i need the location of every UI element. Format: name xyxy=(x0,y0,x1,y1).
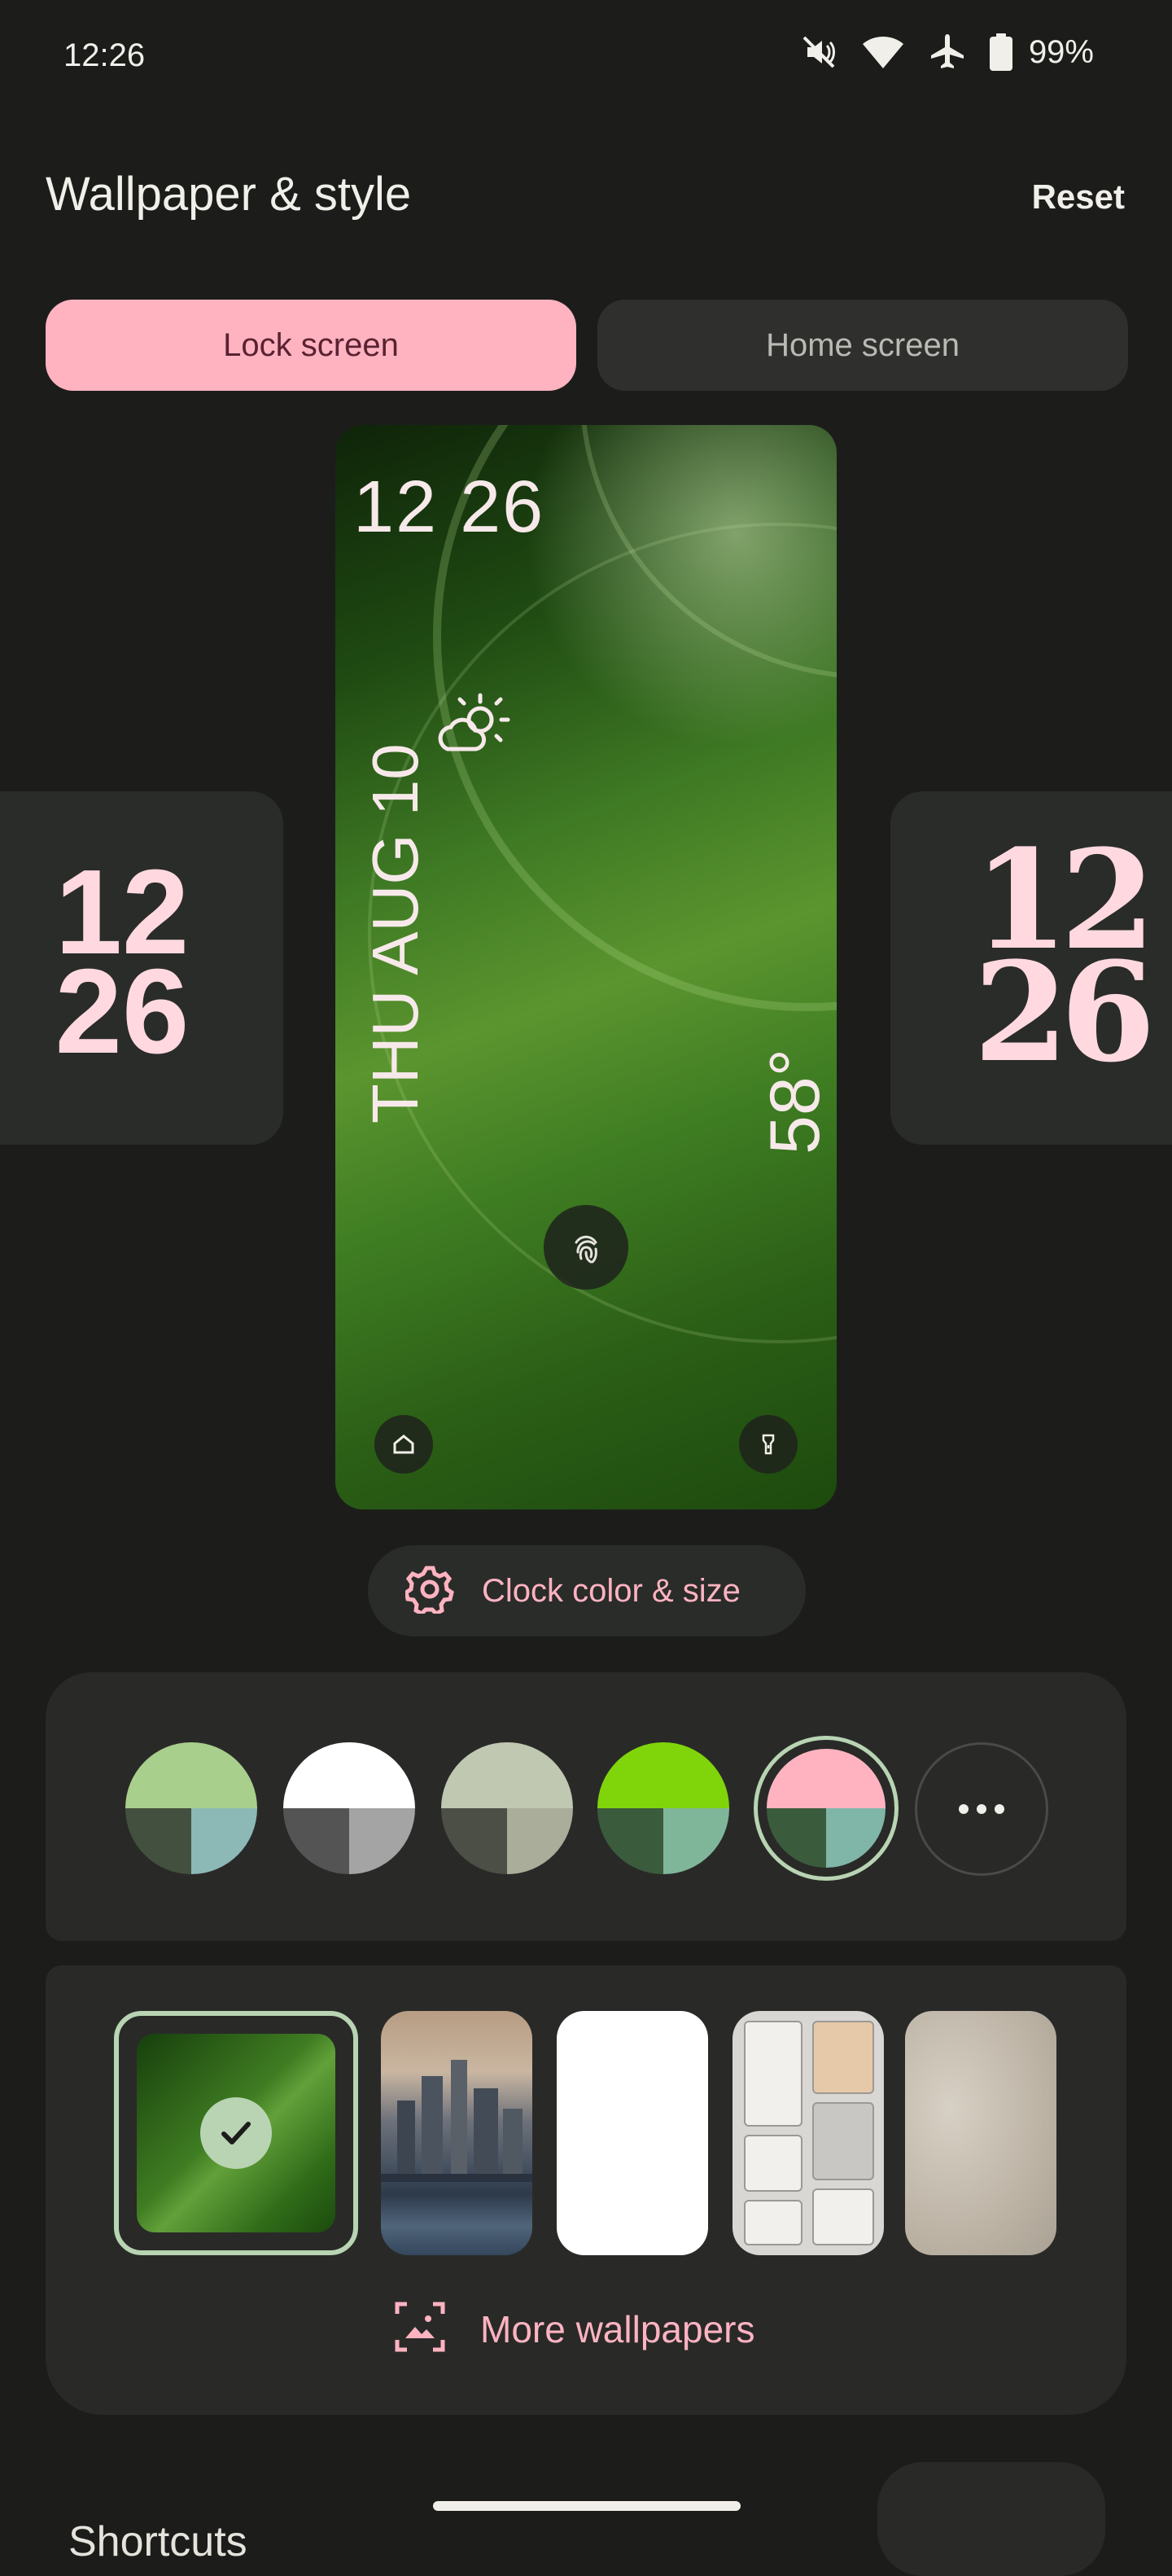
building xyxy=(474,2088,498,2174)
swatch-segment xyxy=(663,1808,729,1874)
swatch-segment xyxy=(283,1808,349,1874)
flashlight-icon[interactable] xyxy=(739,1415,798,1474)
wallpaper-thumb-white[interactable] xyxy=(557,2011,708,2255)
check-icon xyxy=(200,2097,272,2169)
bridge xyxy=(381,2174,532,2182)
page-title: Wallpaper & style xyxy=(46,168,412,221)
swatch-segment xyxy=(125,1808,191,1874)
clock-minute: 26 xyxy=(973,931,1156,1093)
clock-style-next-digits: 12 26 xyxy=(973,831,1156,1093)
wifi-icon xyxy=(861,34,905,70)
wallpaper-thumb-parts[interactable] xyxy=(732,2011,884,2255)
status-time: 12:26 xyxy=(63,37,146,73)
more-wallpapers-button[interactable]: More wallpapers xyxy=(394,2301,754,2357)
partly-sunny-icon xyxy=(433,689,511,771)
color-swatch[interactable] xyxy=(767,1749,886,1868)
swatch-segment xyxy=(283,1742,415,1808)
building xyxy=(422,2076,443,2174)
swatch-segment xyxy=(441,1808,507,1874)
dot xyxy=(977,1804,986,1814)
wallpaper-thumb-city[interactable] xyxy=(381,2011,532,2255)
color-swatch[interactable] xyxy=(125,1742,257,1874)
preview-clock: 12 26 xyxy=(353,467,545,548)
swatch-segment xyxy=(767,1749,886,1808)
building xyxy=(397,2101,415,2174)
clock-style-previous-digits: 12 26 xyxy=(49,852,195,1079)
preview-temperature: 58° xyxy=(756,1048,834,1154)
part-tile xyxy=(812,2021,874,2094)
swatch-segment xyxy=(826,1808,886,1868)
swatch-segment xyxy=(597,1808,663,1874)
part-tile xyxy=(812,2102,874,2180)
tab-lock-screen[interactable]: Lock screen xyxy=(46,300,576,391)
swatch-segment xyxy=(349,1808,415,1874)
color-swatch[interactable] xyxy=(283,1742,415,1874)
battery-percentage: 99% xyxy=(1028,33,1094,70)
status-icons: 99% xyxy=(799,33,1094,72)
color-swatch[interactable] xyxy=(597,1742,729,1874)
swatch-segment xyxy=(767,1808,826,1868)
image-gallery-icon xyxy=(394,2301,446,2357)
reset-button[interactable]: Reset xyxy=(1032,177,1125,217)
swatch-segment xyxy=(597,1742,729,1808)
building xyxy=(451,2060,467,2174)
shortcuts-heading: Shortcuts xyxy=(68,2518,247,2565)
swatch-segment xyxy=(125,1742,257,1808)
airplane-icon xyxy=(928,33,967,72)
dot xyxy=(959,1804,969,1814)
wallpaper-thumb-fabric[interactable] xyxy=(905,2011,1056,2255)
swatch-segment xyxy=(191,1808,257,1874)
part-tile xyxy=(744,2200,802,2245)
home-icon[interactable] xyxy=(374,1415,433,1474)
gesture-nav-handle[interactable] xyxy=(433,2501,741,2511)
swatch-segment xyxy=(507,1808,573,1874)
battery-icon xyxy=(989,33,1012,71)
building xyxy=(503,2109,523,2174)
part-tile xyxy=(812,2188,874,2245)
part-tile xyxy=(744,2135,802,2192)
clock-minute: 26 xyxy=(55,944,190,1079)
more-horizontal-icon[interactable] xyxy=(915,1742,1048,1876)
dot xyxy=(995,1804,1004,1814)
fingerprint-icon xyxy=(544,1205,628,1290)
tab-home-screen[interactable]: Home screen xyxy=(597,300,1128,391)
mute-icon xyxy=(799,33,838,72)
more-wallpapers-label: More wallpapers xyxy=(480,2307,755,2350)
clock-color-size-label: Clock color & size xyxy=(482,1572,741,1609)
part-tile xyxy=(744,2021,802,2127)
preview-date: THU AUG 10 xyxy=(359,743,431,1124)
clock-color-size-button[interactable]: Clock color & size xyxy=(368,1545,806,1636)
gear-icon xyxy=(404,1565,454,1618)
bottom-card[interactable] xyxy=(877,2462,1105,2576)
swatch-segment xyxy=(441,1742,573,1808)
color-swatch[interactable] xyxy=(441,1742,573,1874)
